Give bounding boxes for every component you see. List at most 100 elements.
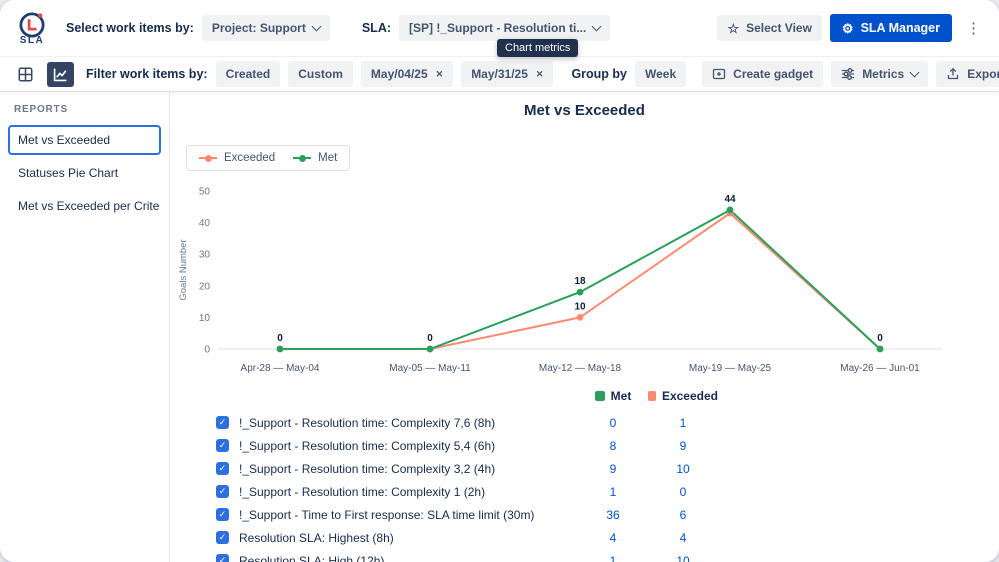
exceeded-count[interactable]: 1	[648, 416, 718, 430]
criteria-checkbox[interactable]: ✓	[216, 508, 229, 521]
sidebar-item-statuses-pie-chart[interactable]: Statuses Pie Chart	[8, 158, 161, 188]
criteria-checkbox[interactable]: ✓	[216, 462, 229, 475]
criteria-checkbox[interactable]: ✓	[216, 439, 229, 452]
legend-item-met[interactable]: Met	[293, 152, 337, 164]
create-gadget-label: Create gadget	[733, 67, 813, 81]
criteria-label: !_Support - Resolution time: Complexity …	[239, 416, 578, 430]
custom-chip-label: Custom	[298, 67, 343, 81]
legend-dot	[299, 155, 306, 162]
svg-text:Goals Number: Goals Number	[178, 239, 189, 300]
exceeded-count[interactable]: 10	[648, 554, 718, 562]
project-dropdown-value: Project: Support	[212, 21, 306, 35]
kebab-menu-button[interactable]: ⋮	[960, 17, 987, 39]
legend-dot	[205, 155, 212, 162]
criteria-table: Met Exceeded ✓ !_Support - Resolution ti…	[216, 389, 718, 562]
created-chip-label: Created	[226, 67, 271, 81]
create-gadget-icon	[712, 67, 726, 81]
legend-label-exceeded: Exceeded	[224, 152, 275, 164]
chart-title: Met vs Exceeded	[170, 102, 999, 119]
select-view-label: Select View	[746, 21, 812, 35]
create-gadget-button[interactable]: Create gadget	[702, 61, 823, 87]
met-square-icon	[595, 391, 605, 401]
table-row: ✓ !_Support - Resolution time: Complexit…	[216, 480, 718, 503]
met-count[interactable]: 1	[578, 485, 648, 499]
group-by-label: Group by	[571, 67, 627, 81]
content-area: REPORTS Met vs Exceeded Statuses Pie Cha…	[0, 92, 999, 562]
met-column-header: Met	[578, 389, 648, 403]
table-row: ✓ Resolution SLA: Highest (8h) 4 4	[216, 526, 718, 549]
met-column-label: Met	[611, 389, 632, 403]
date-to-chip[interactable]: May/31/25 ✕	[461, 61, 553, 87]
svg-text:18: 18	[574, 276, 586, 287]
svg-text:0: 0	[427, 333, 433, 344]
table-row: ✓ !_Support - Time to First response: SL…	[216, 503, 718, 526]
svg-text:Apr-28 — May-04: Apr-28 — May-04	[241, 363, 320, 374]
star-icon: ☆	[727, 22, 739, 35]
table-row: ✓ !_Support - Resolution time: Complexit…	[216, 434, 718, 457]
exceeded-column-header: Exceeded	[648, 389, 718, 403]
met-count[interactable]: 0	[578, 416, 648, 430]
metrics-dropdown[interactable]: Metrics	[831, 61, 928, 87]
select-work-items-label: Select work items by:	[66, 21, 194, 35]
week-chip[interactable]: Week	[635, 61, 686, 87]
metrics-label: Metrics	[862, 67, 904, 81]
exceeded-count[interactable]: 10	[648, 462, 718, 476]
sidebar-item-met-vs-exceeded-per-criteria[interactable]: Met vs Exceeded per Criteria	[8, 191, 161, 221]
export-label: Export	[967, 67, 999, 81]
svg-text:May-26 — Jun-01: May-26 — Jun-01	[840, 363, 920, 374]
sla-dropdown[interactable]: [SP] !_Support - Resolution ti...	[399, 15, 610, 41]
sidebar-item-met-vs-exceeded[interactable]: Met vs Exceeded	[8, 125, 161, 155]
legend-label-met: Met	[318, 152, 337, 164]
met-count[interactable]: 9	[578, 462, 648, 476]
project-dropdown[interactable]: Project: Support	[202, 15, 330, 41]
exceeded-count[interactable]: 6	[648, 508, 718, 522]
logo-text: SLA	[20, 35, 45, 46]
met-count[interactable]: 36	[578, 508, 648, 522]
criteria-checkbox[interactable]: ✓	[216, 485, 229, 498]
svg-text:10: 10	[199, 313, 211, 324]
met-count[interactable]: 1	[578, 554, 648, 562]
svg-text:50: 50	[199, 187, 211, 198]
chevron-down-icon	[592, 22, 602, 32]
exceeded-square-icon	[648, 391, 656, 401]
date-from-chip[interactable]: May/04/25 ✕	[361, 61, 453, 87]
app-window: SLA Select work items by: Project: Suppo…	[0, 0, 999, 562]
table-view-button[interactable]	[12, 62, 39, 87]
table-header: Met Exceeded	[216, 389, 718, 403]
close-icon[interactable]: ✕	[436, 69, 444, 80]
export-icon	[946, 67, 960, 81]
grid-icon	[18, 67, 33, 82]
created-filter-chip[interactable]: Created	[216, 61, 281, 87]
close-icon[interactable]: ✕	[536, 69, 544, 80]
met-count[interactable]: 8	[578, 439, 648, 453]
criteria-checkbox[interactable]: ✓	[216, 416, 229, 429]
svg-text:0: 0	[204, 345, 210, 356]
svg-text:10: 10	[574, 301, 586, 312]
criteria-label: Resolution SLA: High (12h)	[239, 554, 578, 562]
select-view-button[interactable]: ☆ Select View	[717, 15, 821, 41]
sla-manager-button[interactable]: ⚙ SLA Manager	[830, 14, 952, 42]
chevron-down-icon	[311, 22, 321, 32]
exceeded-count[interactable]: 0	[648, 485, 718, 499]
svg-text:May-05 — May-11: May-05 — May-11	[389, 363, 471, 374]
custom-filter-chip[interactable]: Custom	[288, 61, 353, 87]
svg-text:0: 0	[277, 333, 283, 344]
date-to-value: May/31/25	[471, 67, 528, 81]
table-row: ✓ !_Support - Resolution time: Complexit…	[216, 411, 718, 434]
criteria-checkbox[interactable]: ✓	[216, 554, 229, 562]
chart-view-button[interactable]	[47, 62, 74, 87]
exceeded-count[interactable]: 4	[648, 531, 718, 545]
svg-text:May-12 — May-18: May-12 — May-18	[539, 363, 622, 374]
chart-legend: Exceeded Met	[186, 145, 350, 171]
met-count[interactable]: 4	[578, 531, 648, 545]
criteria-checkbox[interactable]: ✓	[216, 531, 229, 544]
export-dropdown[interactable]: Export	[936, 61, 999, 87]
report-area: Met vs Exceeded Exceeded Met 01020304050…	[170, 92, 999, 562]
svg-text:40: 40	[199, 218, 211, 229]
reports-sidebar: REPORTS Met vs Exceeded Statuses Pie Cha…	[0, 92, 170, 562]
exceeded-column-label: Exceeded	[662, 389, 718, 403]
criteria-label: Resolution SLA: Highest (8h)	[239, 531, 578, 545]
legend-item-exceeded[interactable]: Exceeded	[199, 152, 275, 164]
exceeded-count[interactable]: 9	[648, 439, 718, 453]
line-chart: 01020304050Goals NumberApr-28 — May-04Ma…	[174, 173, 966, 385]
